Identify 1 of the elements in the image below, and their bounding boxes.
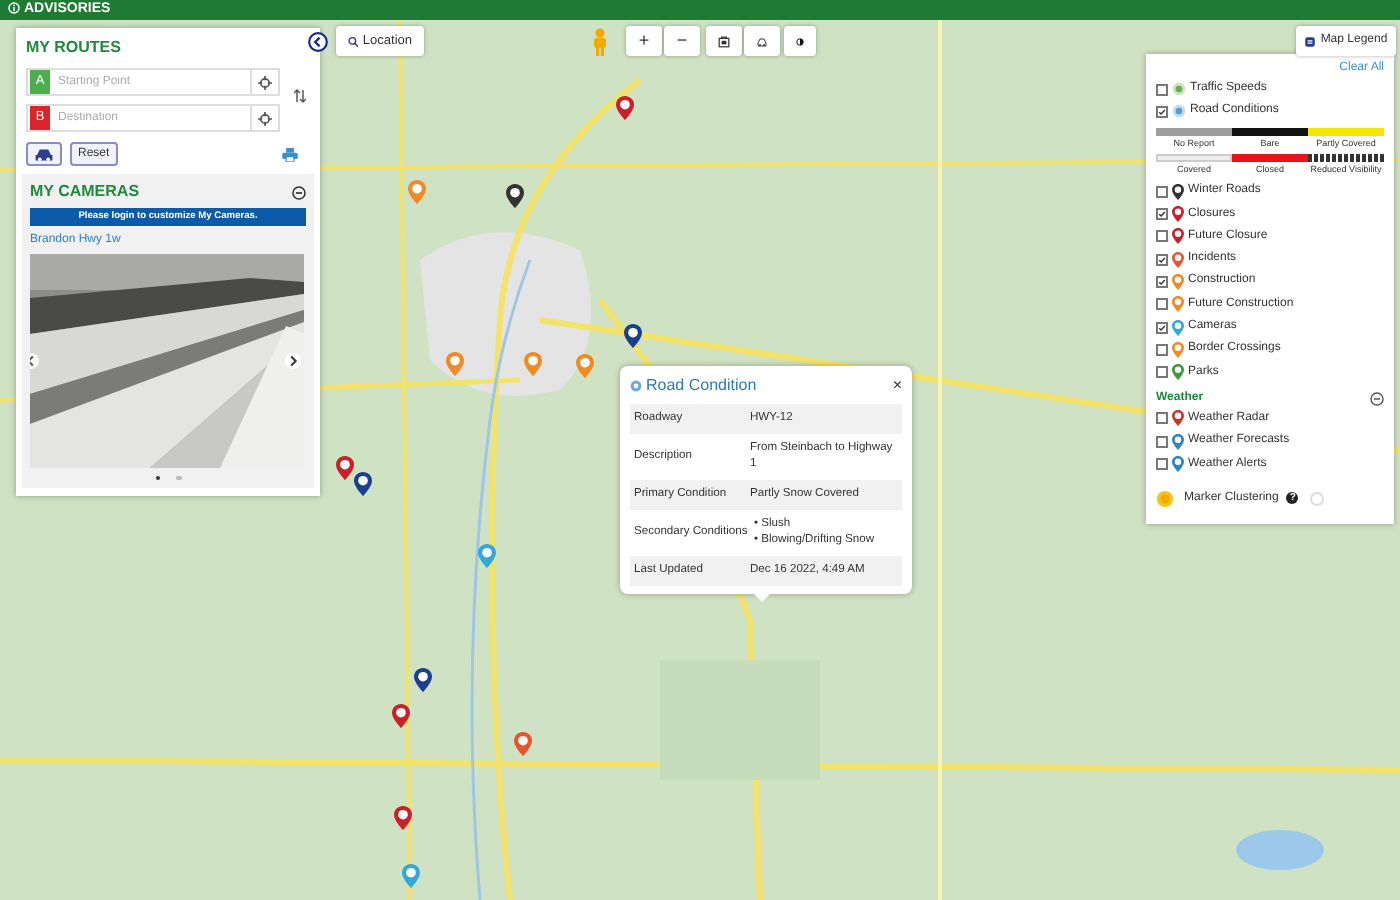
info-icon [8, 2, 20, 14]
